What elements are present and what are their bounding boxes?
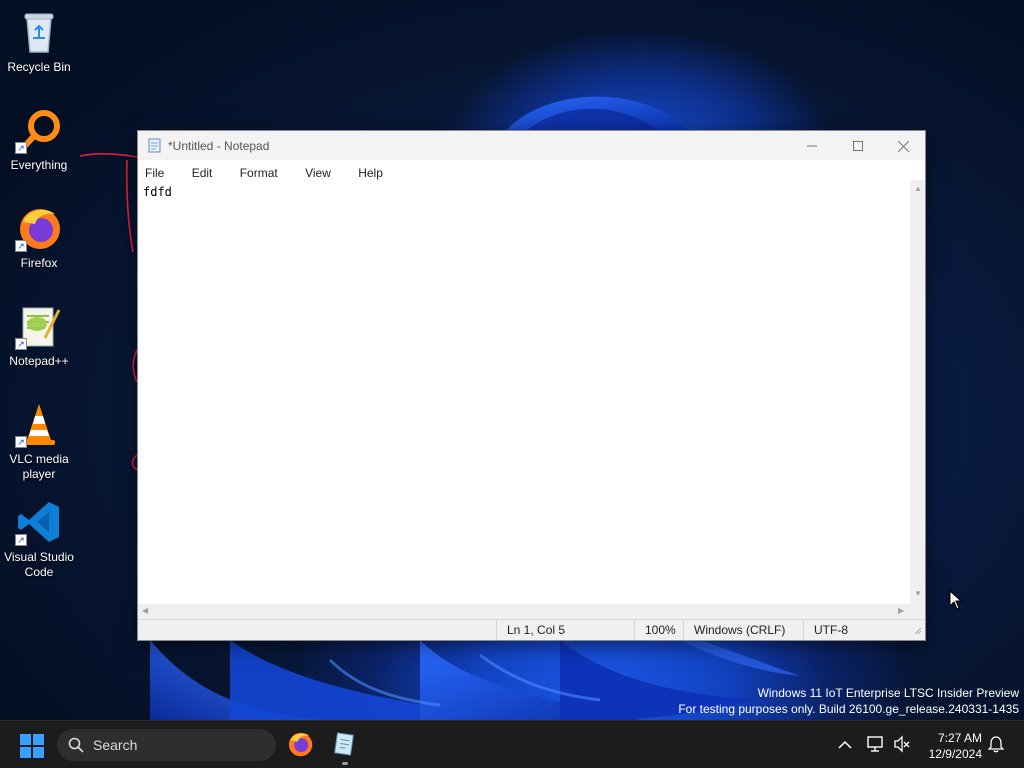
status-bar: Ln 1, Col 5 100% Windows (CRLF) UTF-8 (138, 619, 925, 640)
close-button[interactable] (880, 131, 926, 160)
search-icon (68, 737, 84, 753)
notepad-app-icon (147, 138, 162, 153)
maximize-icon (853, 141, 863, 152)
desktop-icon-notepad-plus-plus[interactable]: ↗ Notepad++ (2, 302, 76, 369)
menu-bar: File Edit Format View Help (138, 160, 925, 180)
notepad-plus-plus-icon: ↗ (15, 302, 63, 350)
text-editor-area[interactable]: fdfd (138, 180, 910, 604)
shortcut-arrow-icon: ↗ (15, 436, 27, 448)
shortcut-arrow-icon: ↗ (15, 240, 27, 252)
desktop-icon-label: Recycle Bin (7, 60, 71, 74)
build-watermark: Windows 11 IoT Enterprise LTSC Insider P… (678, 685, 1019, 717)
menu-view[interactable]: View (305, 160, 343, 180)
firefox-icon (288, 732, 313, 757)
start-button[interactable] (20, 734, 44, 758)
vscode-icon: ↗ (15, 498, 63, 546)
taskbar-search-box[interactable]: Search (57, 729, 276, 761)
notepad-window[interactable]: *Untitled - Notepad File Edit Format Vie… (137, 130, 926, 641)
everything-icon: ↗ (15, 106, 63, 154)
notepad-titlebar[interactable]: *Untitled - Notepad (138, 131, 925, 160)
mouse-cursor-icon (949, 589, 963, 615)
vlc-cone-icon: ↗ (15, 400, 63, 448)
menu-format[interactable]: Format (240, 160, 290, 180)
zoom-level: 100% (634, 620, 684, 640)
recycle-bin-icon (15, 8, 63, 56)
windows-logo-icon (20, 734, 44, 758)
desktop-icon-everything[interactable]: ↗ Everything (2, 106, 76, 173)
shortcut-arrow-icon: ↗ (15, 534, 27, 546)
minimize-button[interactable] (789, 131, 835, 160)
notepad-icon (334, 732, 354, 756)
network-icon[interactable] (867, 735, 885, 758)
desktop-icon-label: Firefox (20, 256, 58, 270)
watermark-build: For testing purposes only. Build 26100.g… (678, 702, 1019, 716)
desktop-icon-firefox[interactable]: ↗ Firefox (2, 204, 76, 271)
clock-date: 12/9/2024 (928, 747, 982, 761)
show-hidden-icons-chevron-icon[interactable] (838, 737, 852, 755)
taskbar-clock[interactable]: 7:27 AM 12/9/2024 (929, 730, 982, 762)
desktop-icon-label: Visual Studio Code (4, 550, 74, 579)
menu-edit[interactable]: Edit (192, 160, 225, 180)
running-indicator (342, 762, 348, 765)
desktop-icon-vscode[interactable]: ↗ Visual Studio Code (2, 498, 76, 580)
minimize-icon (807, 145, 817, 147)
desktop-icon-label: Everything (10, 158, 68, 172)
desktop-icon-vlc[interactable]: ↗ VLC media player (2, 400, 76, 482)
maximize-button[interactable] (835, 131, 881, 160)
scroll-down-icon[interactable]: ▼ (914, 590, 922, 598)
watermark-edition: Windows 11 IoT Enterprise LTSC Insider P… (757, 686, 1019, 700)
taskbar-notepad[interactable] (330, 730, 360, 760)
volume-muted-icon[interactable] (893, 735, 911, 758)
close-icon (897, 140, 909, 153)
desktop-icon-label: VLC media player (9, 452, 69, 481)
shortcut-arrow-icon: ↗ (15, 142, 27, 154)
horizontal-scrollbar[interactable]: ◀ ▶ (138, 604, 910, 619)
line-ending: Windows (CRLF) (683, 620, 803, 640)
clock-time: 7:27 AM (937, 731, 982, 745)
search-label: Search (93, 737, 138, 753)
resize-grip-icon[interactable] (914, 624, 922, 638)
desktop-icon-recycle-bin[interactable]: Recycle Bin (2, 8, 76, 75)
cursor-position: Ln 1, Col 5 (496, 620, 636, 640)
scroll-up-icon[interactable]: ▲ (914, 185, 922, 193)
taskbar: Search 7:27 AM 12/9/2024 (0, 720, 1024, 768)
firefox-icon: ↗ (15, 204, 63, 252)
taskbar-firefox[interactable] (286, 730, 316, 760)
menu-help[interactable]: Help (358, 160, 395, 180)
menu-file[interactable]: File (145, 160, 176, 180)
notification-bell-icon[interactable] (987, 735, 1005, 758)
desktop-icon-label: Notepad++ (9, 354, 69, 368)
scroll-left-icon[interactable]: ◀ (142, 607, 148, 615)
window-title: *Untitled - Notepad (168, 139, 270, 153)
encoding: UTF-8 (803, 620, 913, 640)
scrollbar-corner (910, 604, 925, 619)
vertical-scrollbar[interactable]: ▲ ▼ (910, 180, 925, 604)
shortcut-arrow-icon: ↗ (15, 338, 27, 350)
scroll-right-icon[interactable]: ▶ (898, 607, 904, 615)
